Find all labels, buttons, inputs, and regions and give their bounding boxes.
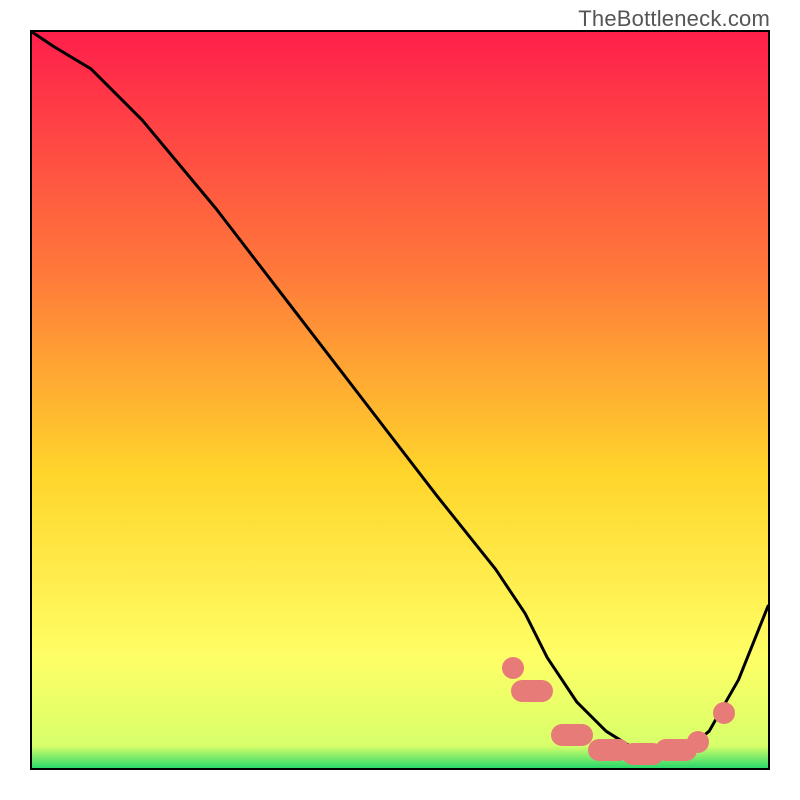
chart-stage: TheBottleneck.com — [0, 0, 800, 800]
curve-marker — [687, 731, 709, 753]
background-gradient — [32, 32, 768, 768]
plot-area — [30, 30, 770, 770]
watermark-text: TheBottleneck.com — [578, 6, 770, 32]
curve-marker — [511, 680, 553, 702]
curve-marker — [713, 702, 735, 724]
curve-marker — [551, 724, 593, 746]
curve-marker — [502, 657, 524, 679]
